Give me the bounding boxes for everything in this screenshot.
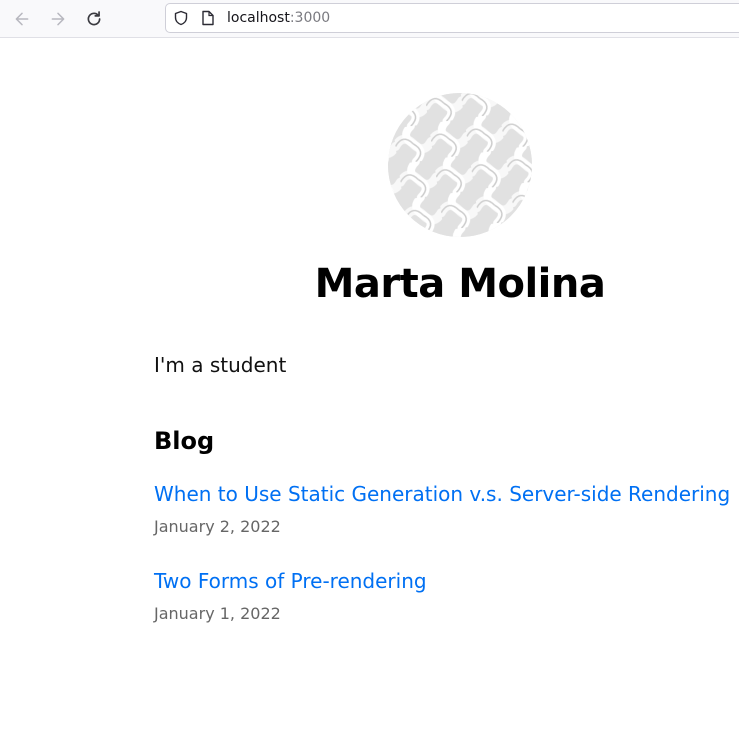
reload-icon — [87, 11, 101, 26]
arrow-right-icon — [51, 12, 65, 26]
url-text[interactable]: localhost:3000 — [227, 10, 330, 26]
page-icon[interactable] — [201, 10, 215, 26]
forward-button[interactable] — [46, 7, 70, 31]
back-button[interactable] — [10, 7, 34, 31]
arrow-left-icon — [15, 12, 29, 26]
url-port: :3000 — [289, 10, 331, 26]
post-link[interactable]: Two Forms of Pre-rendering — [154, 567, 427, 595]
blog-heading: Blog — [154, 427, 215, 455]
profile-bio: I'm a student — [154, 353, 287, 377]
post-date: January 1, 2022 — [154, 604, 281, 623]
profile-name: Marta Molina — [314, 261, 606, 307]
profile-avatar — [388, 93, 532, 237]
avatar-pattern — [388, 93, 532, 237]
shield-icon[interactable] — [173, 10, 189, 26]
url-host: localhost — [227, 10, 290, 26]
post-link[interactable]: When to Use Static Generation v.s. Serve… — [154, 480, 730, 508]
address-bar[interactable]: localhost:3000 — [165, 3, 739, 33]
reload-button[interactable] — [82, 7, 106, 31]
browser-toolbar: localhost:3000 — [0, 0, 739, 38]
post-date: January 2, 2022 — [154, 517, 281, 536]
